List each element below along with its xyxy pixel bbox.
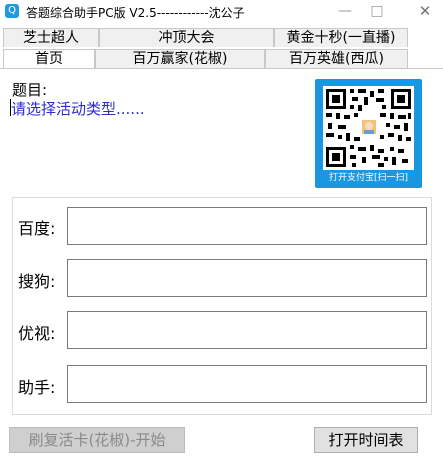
tab-zhishi[interactable]: 芝士超人	[3, 28, 99, 47]
baidu-result-field[interactable]	[67, 207, 427, 245]
refresh-revive-card-button[interactable]: 刷复活卡(花椒)-开始	[9, 427, 185, 453]
assistant-label: 助手:	[18, 378, 56, 397]
app-window: Q 答题综合助手PC版 V2.5------------沈公子 — □ ✕ 芝士…	[0, 0, 443, 456]
tab-chongding[interactable]: 冲顶大会	[99, 28, 274, 47]
uc-result-field[interactable]	[67, 311, 427, 349]
tab-baiwan-yingxiong[interactable]: 百万英雄(西瓜)	[265, 49, 408, 68]
window-title: 答题综合助手PC版 V2.5------------沈公子	[26, 6, 245, 20]
sogou-result-field[interactable]	[67, 259, 427, 297]
tab-huangjin[interactable]: 黄金十秒(一直播)	[274, 28, 408, 47]
sogou-label: 搜狗:	[18, 272, 56, 291]
baidu-label: 百度:	[18, 219, 56, 238]
close-icon[interactable]: ✕	[410, 0, 440, 22]
assistant-result-field[interactable]	[67, 365, 427, 403]
alipay-qr-code: 打开支付宝[扫一扫]	[315, 79, 422, 188]
title-bar: Q 答题综合助手PC版 V2.5------------沈公子 — □ ✕	[0, 0, 443, 24]
maximize-icon[interactable]: □	[362, 0, 392, 22]
question-label: 题目:	[12, 81, 48, 99]
tab-baiwan-yingjia[interactable]: 百万赢家(花椒)	[95, 49, 265, 68]
qr-code-image	[323, 86, 414, 170]
tab-home[interactable]: 首页	[3, 49, 95, 68]
app-icon: Q	[5, 4, 19, 18]
activity-type-prompt[interactable]: 请选择活动类型......	[11, 98, 145, 119]
minimize-icon[interactable]: —	[330, 0, 360, 22]
open-schedule-button[interactable]: 打开时间表	[314, 427, 418, 453]
qr-caption: 打开支付宝[扫一扫]	[328, 173, 409, 183]
uc-label: 优视:	[18, 324, 56, 343]
